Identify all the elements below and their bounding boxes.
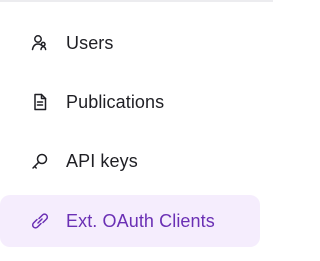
top-divider: [0, 0, 273, 2]
sidebar-item-api-keys[interactable]: API keys: [0, 135, 260, 187]
sidebar-item-users[interactable]: Users: [0, 17, 260, 69]
sidebar-item-publications[interactable]: Publications: [0, 76, 260, 128]
sidebar-item-ext-oauth-clients[interactable]: Ext. OAuth Clients: [0, 195, 260, 247]
key-icon: [30, 151, 50, 171]
sidebar-item-label: Users: [66, 32, 114, 53]
users-icon: [30, 33, 50, 53]
sidebar-item-label: Ext. OAuth Clients: [66, 210, 215, 231]
sidebar-item-label: API keys: [66, 150, 138, 171]
sidebar-panel: Users Publications API keys Ext. OAuth C…: [0, 0, 273, 261]
link-icon: [30, 211, 50, 231]
sidebar-item-label: Publications: [66, 91, 165, 112]
document-icon: [30, 92, 50, 112]
